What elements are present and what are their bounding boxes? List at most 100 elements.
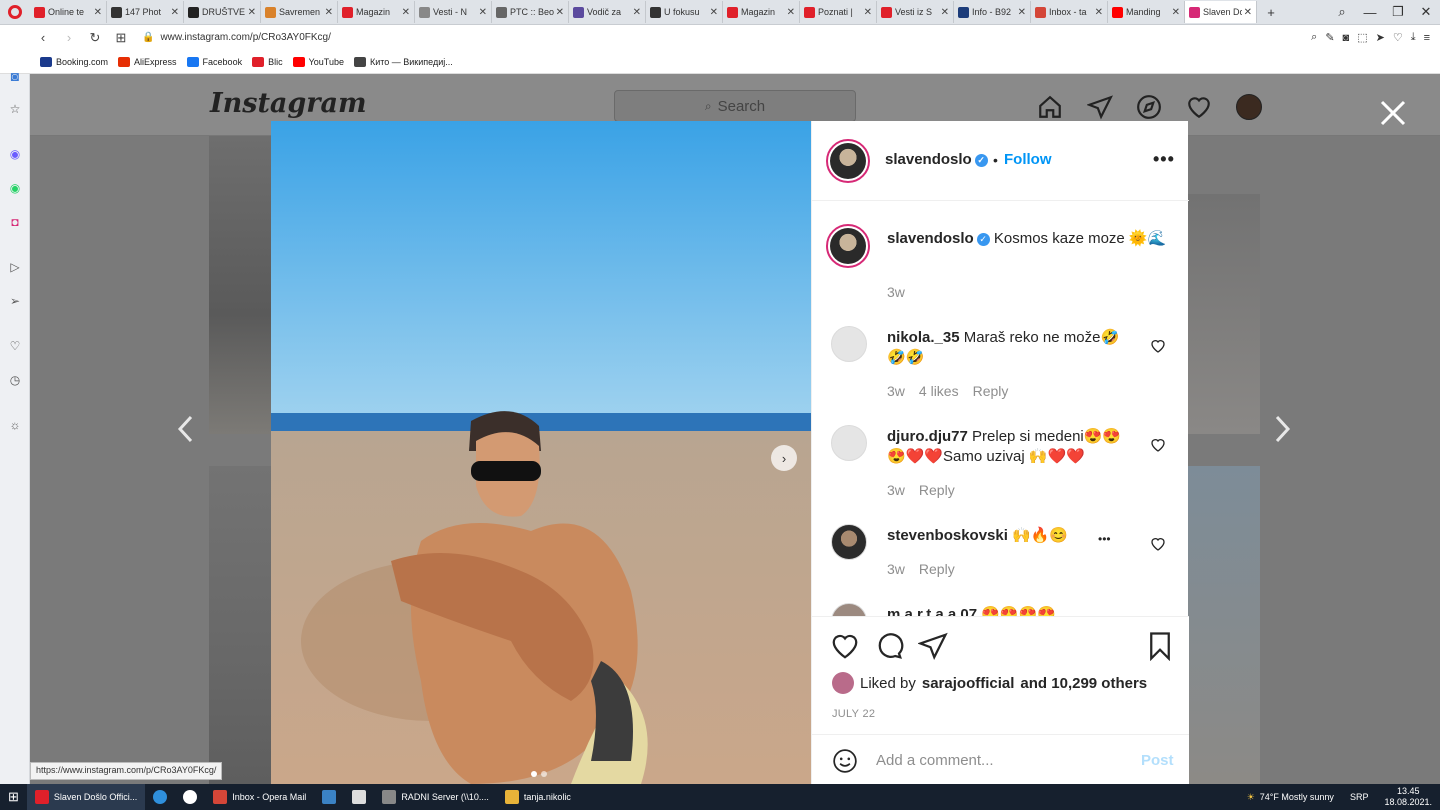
tab[interactable]: Inbox - ta ✕ <box>1031 1 1108 23</box>
download-icon[interactable]: ⤓ <box>1411 31 1416 44</box>
tab[interactable]: U fokusu ✕ <box>646 1 723 23</box>
send-sidebar-icon[interactable]: ➢ <box>6 292 24 310</box>
mail-icon[interactable] <box>314 784 344 810</box>
tab[interactable]: PTC :: Beo ✕ <box>492 1 569 23</box>
share-icon[interactable] <box>918 631 948 661</box>
close-tab-icon[interactable]: ✕ <box>1172 7 1180 18</box>
taskbar-app[interactable]: Slaven Došlo Offici... <box>26 784 146 810</box>
edge-icon[interactable] <box>145 784 175 810</box>
taskbar-app[interactable]: RADNI Server (\\10.... <box>374 784 497 810</box>
bookmark-item[interactable]: AliExpress <box>118 56 177 67</box>
bookmark-item[interactable]: YouTube <box>292 56 344 67</box>
next-photo-button[interactable]: › <box>771 445 797 471</box>
close-tab-icon[interactable]: ✕ <box>864 7 872 18</box>
background-thumbnail[interactable] <box>1188 466 1260 784</box>
start-button[interactable]: ⊞ <box>0 784 27 810</box>
close-tab-icon[interactable]: ✕ <box>94 7 102 18</box>
tab[interactable]: Vesti iz S ✕ <box>877 1 954 23</box>
taskbar-app[interactable]: Inbox - Opera Mail <box>205 784 314 810</box>
tab[interactable]: Poznati | ✕ <box>800 1 877 23</box>
background-thumbnail[interactable] <box>209 466 271 784</box>
more-options-icon[interactable]: ••• <box>1153 149 1175 170</box>
whatsapp-icon[interactable]: ◉ <box>6 179 24 197</box>
emoji-icon[interactable] <box>832 748 858 774</box>
instagram-logo[interactable]: Instagram <box>210 88 367 119</box>
7zip-icon[interactable] <box>344 784 374 810</box>
snapshot-icon[interactable]: ◙ <box>1343 32 1350 44</box>
commenter-avatar[interactable] <box>831 326 867 362</box>
comment-like-heart-icon[interactable] <box>1150 437 1166 453</box>
caption-author-avatar[interactable] <box>826 224 870 268</box>
tab[interactable]: Magazin ✕ <box>723 1 800 23</box>
restore-icon[interactable]: ❐ <box>1384 4 1412 20</box>
reload-icon[interactable]: ↻ <box>82 30 108 46</box>
comment-more-options-icon[interactable]: ••• <box>1098 532 1111 546</box>
speed-dial-icon[interactable]: ⊞ <box>108 30 134 46</box>
like-heart-icon[interactable] <box>830 631 860 661</box>
author-username[interactable]: slavendoslo ✓ <box>885 151 988 168</box>
author-avatar[interactable] <box>826 139 870 183</box>
opera-menu-icon[interactable] <box>0 0 30 25</box>
close-tab-icon[interactable]: ✕ <box>556 7 564 18</box>
tab-active[interactable]: Slaven Do ✕ <box>1185 1 1257 23</box>
language-indicator[interactable]: SRP <box>1342 784 1377 810</box>
forward-icon[interactable]: › <box>56 30 82 45</box>
caption-author[interactable]: slavendoslo <box>887 230 974 247</box>
bookmark-item[interactable]: Blic <box>252 56 283 67</box>
activity-heart-icon[interactable] <box>1186 94 1212 120</box>
background-thumbnail[interactable] <box>1188 194 1260 434</box>
comment-icon[interactable] <box>874 631 904 661</box>
liked-others[interactable]: and 10,299 others <box>1020 675 1147 692</box>
tab[interactable]: Magazin ✕ <box>338 1 415 23</box>
close-tab-icon[interactable]: ✕ <box>402 7 410 18</box>
commenter-avatar[interactable] <box>831 425 867 461</box>
follow-button[interactable]: Follow <box>1004 151 1052 168</box>
close-tab-icon[interactable]: ✕ <box>479 7 487 18</box>
comment-like-heart-icon[interactable] <box>1150 536 1166 552</box>
post-photo[interactable]: › <box>271 121 811 784</box>
previous-post-arrow-icon[interactable] <box>176 414 196 444</box>
commenter-avatar[interactable] <box>831 524 867 560</box>
search-tabs-icon[interactable]: ⌕ <box>1328 4 1356 20</box>
instagram-sidebar-icon[interactable]: ◘ <box>6 213 24 231</box>
clock[interactable]: 13.45 18.08.2021. <box>1376 784 1440 810</box>
tab[interactable]: DRUŠTVE ✕ <box>184 1 261 23</box>
reply-button[interactable]: Reply <box>919 482 955 498</box>
background-thumbnail[interactable] <box>209 136 271 434</box>
menu-icon[interactable]: ≡ <box>1424 32 1430 44</box>
liked-user[interactable]: sarajoofficial <box>922 675 1015 692</box>
bookmarks-star-icon[interactable]: ☆ <box>6 100 24 118</box>
url-field[interactable]: www.instagram.com/p/CRo3AY0FKcg/ <box>160 32 330 43</box>
explore-icon[interactable] <box>1136 94 1162 120</box>
taskbar-app[interactable]: tanja.nikolic <box>497 784 579 810</box>
search-page-icon[interactable]: ⌕ <box>1311 31 1317 44</box>
heart-bookmark-icon[interactable]: ♡ <box>1393 31 1403 44</box>
home-icon[interactable] <box>1037 94 1063 120</box>
comment-username[interactable]: djuro.dju77 <box>887 428 968 445</box>
heart-sidebar-icon[interactable]: ♡ <box>6 337 24 355</box>
close-tab-icon[interactable]: ✕ <box>1095 7 1103 18</box>
extension-icon[interactable]: ⬚ <box>1357 31 1367 44</box>
speed-dial-sidebar-icon[interactable]: ◙ <box>6 67 24 85</box>
lightbulb-icon[interactable]: ☼ <box>6 416 24 434</box>
messenger-icon[interactable]: ◉ <box>6 145 24 163</box>
edit-icon[interactable]: ✎ <box>1325 31 1334 44</box>
close-tab-icon[interactable]: ✕ <box>171 7 179 18</box>
search-input[interactable]: ⌕ Search <box>614 90 856 122</box>
close-modal-icon[interactable] <box>1378 98 1408 128</box>
direct-message-icon[interactable] <box>1087 94 1113 120</box>
bookmark-item[interactable]: Booking.com <box>40 56 108 67</box>
store-icon[interactable] <box>175 784 205 810</box>
player-icon[interactable]: ▷ <box>6 258 24 276</box>
tab[interactable]: Savremen ✕ <box>261 1 338 23</box>
close-tab-icon[interactable]: ✕ <box>710 7 718 18</box>
next-post-arrow-icon[interactable] <box>1272 414 1292 444</box>
comment-likes[interactable]: 4 likes <box>919 383 959 399</box>
close-tab-icon[interactable]: ✕ <box>633 7 641 18</box>
liker-avatar[interactable] <box>832 672 854 694</box>
close-tab-icon[interactable]: ✕ <box>941 7 949 18</box>
close-tab-icon[interactable]: ✕ <box>248 7 256 18</box>
window-close-icon[interactable]: ✕ <box>1412 4 1440 20</box>
tab[interactable]: 147 Phot ✕ <box>107 1 184 23</box>
save-bookmark-icon[interactable] <box>1145 631 1175 661</box>
